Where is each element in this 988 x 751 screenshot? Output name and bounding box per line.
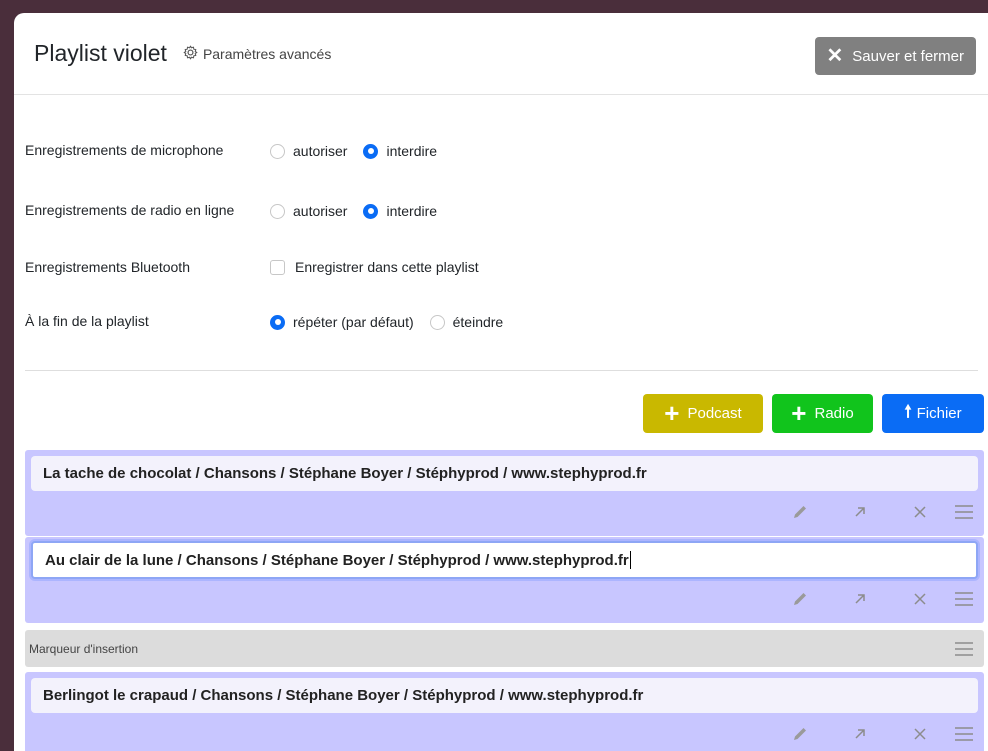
close-icon: ✕ bbox=[826, 45, 844, 67]
mic-allow-radio[interactable] bbox=[270, 143, 285, 159]
text-caret bbox=[629, 551, 631, 569]
upload-file-label: Fichier bbox=[916, 405, 962, 422]
plus-icon: + bbox=[664, 397, 680, 428]
drag-handle-icon[interactable] bbox=[950, 727, 978, 741]
insertion-marker-label: Marqueur d'insertion bbox=[29, 641, 139, 656]
close-icon[interactable] bbox=[890, 505, 950, 519]
gear-icon bbox=[183, 45, 203, 63]
end-shutdown-radio[interactable] bbox=[429, 314, 445, 330]
insertion-marker: Marqueur d'insertion bbox=[25, 630, 984, 667]
upload-arrow-icon: 🠕 bbox=[904, 402, 912, 421]
track-title-text: Au clair de la lune / Chansons / Stéphan… bbox=[45, 551, 629, 569]
drag-handle-icon[interactable] bbox=[950, 592, 978, 606]
pencil-icon[interactable] bbox=[770, 726, 830, 742]
mic-deny-label: interdire bbox=[386, 143, 438, 159]
mic-deny-radio[interactable] bbox=[363, 143, 379, 159]
add-radio-label: Radio bbox=[814, 405, 854, 422]
page-title: Playlist violet bbox=[34, 40, 167, 66]
advanced-settings-label: Paramètres avancés bbox=[202, 45, 332, 62]
bluetooth-record-checkbox[interactable] bbox=[270, 259, 285, 275]
track-title-input[interactable]: La tache de chocolat / Chansons / Stépha… bbox=[31, 456, 978, 491]
drag-handle-icon[interactable] bbox=[950, 505, 978, 519]
playlist-track: La tache de chocolat / Chansons / Stépha… bbox=[25, 450, 984, 536]
bluetooth-recording-label: Enregistrements Bluetooth bbox=[25, 259, 190, 275]
close-icon[interactable] bbox=[890, 592, 950, 606]
advanced-settings-link[interactable]: Paramètres avancés bbox=[183, 45, 331, 63]
radio-allow-radio[interactable] bbox=[270, 203, 285, 219]
section-divider bbox=[25, 370, 978, 371]
panel-header: Playlist violet Paramètres avancés ✕ Sau… bbox=[14, 13, 988, 95]
upload-file-button[interactable]: 🠕 Fichier bbox=[882, 394, 984, 433]
playlist-panel: Playlist violet Paramètres avancés ✕ Sau… bbox=[14, 13, 988, 751]
radio-recording-label: Enregistrements de radio en ligne bbox=[25, 202, 235, 218]
pencil-icon[interactable] bbox=[770, 591, 830, 607]
track-title-input[interactable]: Berlingot le crapaud / Chansons / Stépha… bbox=[31, 678, 978, 713]
save-and-close-button[interactable]: ✕ Sauver et fermer bbox=[814, 37, 976, 75]
close-icon[interactable] bbox=[890, 727, 950, 741]
mic-recording-options: autoriser interdire bbox=[270, 143, 453, 159]
end-repeat-radio[interactable] bbox=[270, 314, 285, 330]
playlist-track: Berlingot le crapaud / Chansons / Stépha… bbox=[25, 672, 984, 751]
add-podcast-label: Podcast bbox=[687, 405, 742, 422]
mic-allow-label: autoriser bbox=[293, 143, 348, 159]
track-title-input[interactable]: Au clair de la lune / Chansons / Stéphan… bbox=[31, 541, 978, 579]
end-repeat-label: répéter (par défaut) bbox=[293, 314, 414, 330]
arrow-up-right-icon[interactable] bbox=[830, 592, 890, 606]
track-actions bbox=[770, 721, 978, 747]
plus-icon: + bbox=[791, 397, 807, 428]
bluetooth-recording-options: Enregistrer dans cette playlist bbox=[270, 259, 495, 275]
radio-deny-label: interdire bbox=[386, 203, 438, 219]
pencil-icon[interactable] bbox=[770, 504, 830, 520]
arrow-up-right-icon[interactable] bbox=[830, 727, 890, 741]
radio-recording-options: autoriser interdire bbox=[270, 203, 453, 219]
track-actions bbox=[770, 499, 978, 525]
radio-deny-radio[interactable] bbox=[363, 203, 379, 219]
end-of-playlist-options: répéter (par défaut) éteindre bbox=[270, 314, 519, 330]
add-radio-button[interactable]: + Radio bbox=[772, 394, 873, 433]
save-and-close-label: Sauver et fermer bbox=[852, 47, 964, 65]
radio-allow-label: autoriser bbox=[293, 203, 348, 219]
add-podcast-button[interactable]: + Podcast bbox=[643, 394, 763, 433]
end-shutdown-label: éteindre bbox=[452, 314, 504, 330]
mic-recording-label: Enregistrements de microphone bbox=[25, 142, 224, 158]
bluetooth-record-label: Enregistrer dans cette playlist bbox=[295, 259, 479, 275]
drag-handle-icon[interactable] bbox=[950, 641, 978, 656]
playlist-track: Au clair de la lune / Chansons / Stéphan… bbox=[25, 537, 984, 623]
end-of-playlist-label: À la fin de la playlist bbox=[25, 313, 149, 329]
track-actions bbox=[770, 586, 978, 612]
settings-section: Enregistrements de microphone autoriser … bbox=[14, 95, 988, 371]
arrow-up-right-icon[interactable] bbox=[830, 505, 890, 519]
